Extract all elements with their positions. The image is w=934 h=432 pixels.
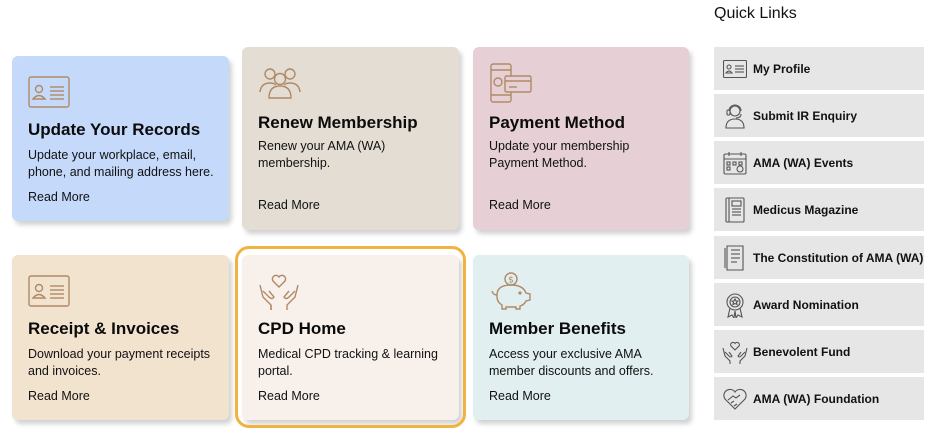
card-payment-method[interactable]: Payment Method Update your membership Pa…	[473, 47, 689, 230]
mobile-payment-icon	[489, 62, 533, 104]
card-description: Medical CPD tracking & learning portal.	[258, 347, 438, 378]
read-more-link[interactable]: Read More	[258, 198, 320, 212]
id-card-icon	[28, 76, 70, 108]
card-title: Member Benefits	[489, 319, 626, 338]
hands-heart-icon	[722, 339, 748, 365]
quick-link-label: Medicus Magazine	[753, 202, 859, 217]
quick-link-award-nomination[interactable]: Award Nomination	[714, 283, 924, 326]
card-description: Renew your AMA (WA) membership.	[258, 139, 386, 170]
card-receipt-invoices[interactable]: Receipt & Invoices Download your payment…	[12, 255, 229, 420]
card-description: Download your payment receipts and invoi…	[28, 347, 211, 378]
quick-link-my-profile[interactable]: My Profile	[714, 47, 924, 90]
quick-link-label: Submit IR Enquiry	[753, 108, 858, 123]
quick-link-constitution[interactable]: The Constitution of AMA (WA)	[714, 236, 924, 279]
people-group-icon	[258, 65, 302, 99]
quick-link-benevolent-fund[interactable]: Benevolent Fund	[714, 330, 924, 373]
quick-link-events[interactable]: AMA (WA) Events	[714, 141, 924, 184]
quick-link-label: My Profile	[753, 61, 811, 76]
support-agent-icon	[722, 103, 748, 129]
quick-link-label: AMA (WA) Foundation	[753, 391, 880, 406]
svg-text:$: $	[508, 276, 514, 286]
card-title: Receipt & Invoices	[28, 319, 180, 338]
read-more-link[interactable]: Read More	[258, 389, 320, 403]
quick-link-label: Award Nomination	[753, 297, 859, 312]
id-card-icon	[28, 275, 70, 307]
card-description: Update your membership Payment Method.	[489, 139, 630, 170]
read-more-link[interactable]: Read More	[28, 389, 90, 403]
heart-handshake-icon	[722, 386, 748, 412]
quick-link-label: Benevolent Fund	[753, 344, 851, 359]
card-title: CPD Home	[258, 319, 346, 338]
quick-link-label: AMA (WA) Events	[753, 155, 854, 170]
card-title: Renew Membership	[258, 113, 418, 132]
read-more-link[interactable]: Read More	[489, 198, 551, 212]
quick-link-submit-ir-enquiry[interactable]: Submit IR Enquiry	[714, 94, 924, 137]
award-ribbon-icon	[722, 292, 748, 318]
card-member-benefits[interactable]: $ Member Benefits Access your exclusive …	[473, 255, 689, 420]
card-title: Update Your Records	[28, 120, 201, 139]
card-cpd-home[interactable]: CPD Home Medical CPD tracking & learning…	[242, 255, 459, 420]
card-description: Access your exclusive AMA member discoun…	[489, 347, 654, 378]
quick-links-title: Quick Links	[714, 5, 797, 22]
hands-heart-icon	[258, 271, 300, 311]
quick-link-foundation[interactable]: AMA (WA) Foundation	[714, 377, 924, 420]
card-title: Payment Method	[489, 113, 626, 132]
card-update-records[interactable]: Update Your Records Update your workplac…	[12, 56, 229, 221]
quick-link-medicus-magazine[interactable]: Medicus Magazine	[714, 188, 924, 231]
piggy-bank-icon: $	[489, 271, 533, 311]
read-more-link[interactable]: Read More	[28, 190, 90, 204]
magazine-icon	[722, 196, 748, 223]
card-renew-membership[interactable]: Renew Membership Renew your AMA (WA) mem…	[242, 47, 459, 230]
document-icon	[722, 244, 748, 271]
card-description: Update your workplace, email, phone, and…	[28, 148, 214, 179]
calendar-icon	[722, 150, 748, 176]
quick-link-label: The Constitution of AMA (WA)	[753, 250, 924, 265]
id-card-icon	[722, 56, 748, 82]
read-more-link[interactable]: Read More	[489, 389, 551, 403]
